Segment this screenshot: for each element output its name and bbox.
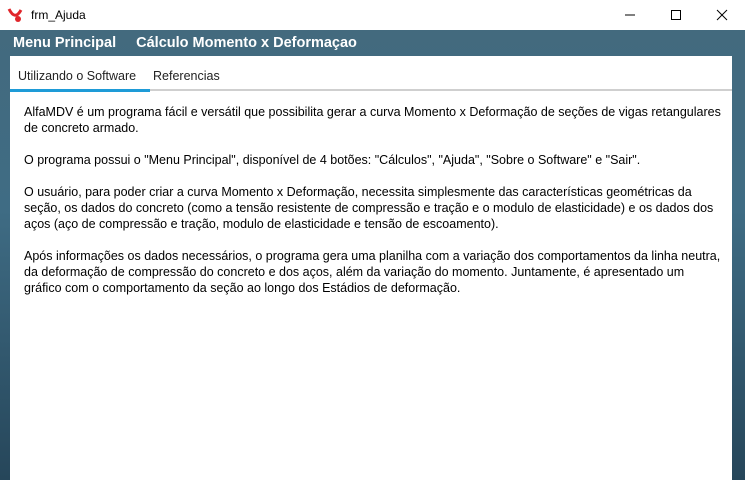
help-panel: Utilizando o Software Referencias AlfaMD…: [10, 56, 732, 480]
alfamdv-logo-icon: [7, 7, 23, 23]
help-content: AlfaMDV é um programa fácil e versátil q…: [24, 104, 724, 312]
window-title: frm_Ajuda: [31, 8, 86, 22]
tab-strip: Utilizando o Software Referencias: [10, 64, 732, 92]
minimize-icon: [625, 14, 635, 16]
help-paragraph: AlfaMDV é um programa fácil e versátil q…: [24, 105, 721, 135]
tab-referencias[interactable]: Referencias: [153, 64, 220, 88]
maximize-icon: [671, 10, 681, 20]
tab-active-indicator: [10, 89, 150, 92]
maximize-button[interactable]: [653, 0, 699, 30]
minimize-button[interactable]: [607, 0, 653, 30]
menu-item-calculo-momento-deformacao[interactable]: Cálculo Momento x Deformaçao: [136, 35, 357, 51]
title-bar: frm_Ajuda: [0, 0, 745, 30]
help-paragraph: O programa possui o "Menu Principal", di…: [24, 153, 641, 167]
close-button[interactable]: [699, 0, 745, 30]
tab-utilizando-o-software[interactable]: Utilizando o Software: [18, 64, 136, 88]
menu-bar: Menu Principal Cálculo Momento x Deforma…: [0, 30, 745, 56]
window-controls: [607, 0, 745, 30]
menu-item-menu-principal[interactable]: Menu Principal: [13, 35, 116, 51]
help-paragraph: Após informações os dados necessários, o…: [24, 249, 721, 295]
close-icon: [716, 9, 728, 21]
help-paragraph: O usuário, para poder criar a curva Mome…: [24, 185, 714, 231]
app-body: Menu Principal Cálculo Momento x Deforma…: [0, 30, 745, 480]
